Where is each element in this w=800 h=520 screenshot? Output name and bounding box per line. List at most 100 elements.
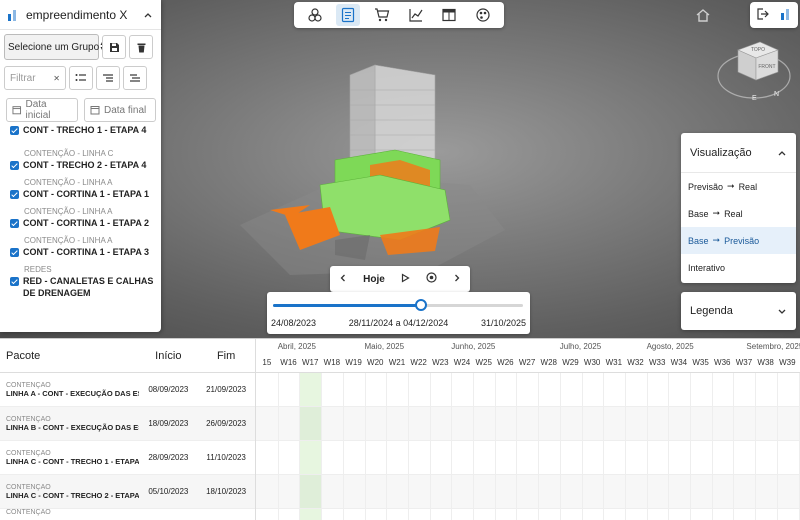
cart-icon[interactable]	[370, 4, 394, 26]
expand-all-button[interactable]	[69, 66, 93, 90]
table-row[interactable]: CONTENÇÃO LINHA A - CONT - EXECUÇÃO DAS E…	[0, 373, 255, 407]
gantt-gridline	[277, 373, 279, 520]
record-icon[interactable]	[426, 272, 437, 286]
vis-option-label-b: Real	[738, 181, 758, 192]
timeline-slider-thumb[interactable]	[414, 299, 427, 311]
gantt-chart: Pacote Início Fim CONTENÇÃO LINHA A - CON…	[0, 338, 800, 520]
timeline-dates: 24/08/2023 28/11/2024 a 04/12/2024 31/10…	[271, 318, 526, 328]
gantt-gridline	[690, 373, 691, 520]
model-tree-icon[interactable]	[303, 4, 327, 26]
tree-item[interactable]: CONTENÇÃO - LINHA A CONT - CORTINA 1 - E…	[0, 178, 161, 200]
checkbox-checked-icon[interactable]	[10, 219, 19, 228]
vis-option-base-previsao[interactable]: Base ➞ Previsão	[681, 227, 796, 254]
vis-option-base-real[interactable]: Base ➞ Real	[681, 200, 796, 227]
column-header-package[interactable]: Pacote	[0, 350, 139, 362]
gantt-week-label: W35	[692, 358, 709, 367]
logout-icon[interactable]	[755, 7, 769, 24]
play-icon[interactable]	[400, 272, 410, 286]
end-date-label: Data final	[104, 104, 147, 116]
legend-title: Legenda	[690, 305, 733, 317]
clear-filter-icon[interactable]: ✕	[53, 74, 60, 83]
gantt-week-label: W26	[497, 358, 514, 367]
collapse-chevron-icon[interactable]	[143, 10, 153, 20]
chevron-right-icon[interactable]	[452, 273, 462, 286]
calendar-icon	[12, 106, 22, 115]
vis-option-previsao-real[interactable]: Previsão ➞ Real	[681, 173, 796, 200]
column-header-end[interactable]: Fim	[197, 350, 255, 362]
checkbox-checked-icon[interactable]	[10, 161, 19, 170]
legend-panel[interactable]: Legenda	[681, 292, 796, 330]
gantt-timeline[interactable]: Abril, 2025 Maio, 2025 Junho, 2025 Julho, 2…	[256, 339, 800, 520]
visualization-header[interactable]: Visualização	[681, 133, 796, 173]
filter-input[interactable]: Filtrar ✕	[4, 66, 66, 90]
tree-item-name: CONT - TRECHO 1 - ETAPA 4	[23, 125, 147, 135]
gantt-week-label: W28	[540, 358, 557, 367]
visualization-panel: Visualização Previsão ➞ Real Base ➞ Real…	[681, 133, 796, 283]
vis-option-interativo[interactable]: Interativo	[681, 254, 796, 281]
row-category: CONTENÇÃO	[6, 381, 51, 389]
home-icon[interactable]	[694, 6, 712, 24]
arrow-right-icon: ➞	[712, 235, 721, 245]
chevron-left-icon[interactable]	[338, 273, 348, 286]
timeline-slider-track[interactable]	[273, 299, 523, 311]
table-row[interactable]: CONTENÇÃO LINHA C - CONT - TRECHO 1 - ETA…	[0, 441, 255, 475]
navcube-side-label: FRONT	[758, 64, 775, 70]
tree-item[interactable]: REDES RED - CANALETAS E CALHAS DE DRENAG…	[0, 265, 161, 299]
checkbox-checked-icon[interactable]	[10, 277, 19, 286]
vis-option-label-a: Previsão	[688, 181, 724, 192]
line-chart-icon[interactable]	[404, 4, 428, 26]
timeline-slider-panel: 24/08/2023 28/11/2024 a 04/12/2024 31/10…	[267, 292, 530, 334]
visualization-title: Visualização	[690, 146, 752, 159]
vis-option-label-b: Real	[724, 208, 743, 219]
palette-icon[interactable]	[471, 4, 495, 26]
group-select[interactable]: Selecione um Grupo ▲▼	[4, 34, 106, 60]
table-row[interactable]: CONTENÇÃO LINHA B - CONT - EXECUÇÃO DAS E…	[0, 407, 255, 441]
navigation-cube[interactable]: TOPO FRONT E N	[716, 32, 798, 104]
panel-toggle-icon[interactable]	[779, 7, 793, 24]
tree-item[interactable]: CONT - TRECHO 1 - ETAPA 4	[0, 124, 161, 136]
main-toolbar	[294, 2, 504, 28]
gantt-gridline	[646, 373, 648, 520]
gantt-gridline	[494, 373, 496, 520]
save-icon	[109, 42, 119, 52]
table-row[interactable]: CONTENÇÃO LINHA C - CONT - TRECHO 2 - ETA…	[0, 475, 255, 509]
timeline-start-date: 24/08/2023	[271, 318, 317, 328]
tree-item[interactable]: CONTENÇÃO - LINHA A CONT - CORTINA 1 - E…	[0, 236, 161, 258]
save-group-button[interactable]	[102, 35, 126, 59]
table-icon[interactable]	[437, 4, 461, 26]
gantt-gridline	[733, 373, 735, 520]
package-tree: CONT - TRECHO 1 - ETAPA 4 CONTENÇÃO - LI…	[0, 124, 161, 332]
tree-item[interactable]: CONTENÇÃO - LINHA C CONT - TRECHO 2 - ET…	[0, 149, 161, 171]
tree-item-name: RED - CANALETAS E CALHAS DE DRENAGEM	[23, 276, 154, 298]
checkbox-checked-icon[interactable]	[10, 190, 19, 199]
schedule-list-icon[interactable]	[336, 4, 361, 26]
gantt-gridline	[776, 373, 778, 520]
list-tree-icon	[103, 74, 113, 82]
collapse-all-button[interactable]	[96, 66, 120, 90]
arrow-right-icon: ➞	[712, 208, 721, 218]
vis-option-label-a: Base	[688, 208, 709, 219]
group-row: Selecione um Grupo ▲▼	[0, 34, 161, 60]
gantt-week-label: W17	[301, 358, 319, 367]
sort-button[interactable]	[123, 66, 147, 90]
gantt-week-label: W25	[475, 358, 492, 367]
delete-group-button[interactable]	[129, 35, 153, 59]
tree-item[interactable]: CONTENÇÃO - LINHA A CONT - CORTINA 1 - E…	[0, 207, 161, 229]
gantt-week-label: W33	[648, 358, 666, 367]
end-date-picker[interactable]: Data final	[84, 98, 156, 122]
start-date-picker[interactable]: Data inicial	[6, 98, 78, 122]
compass-east-label: E	[752, 95, 757, 102]
row-name: LINHA A - CONT - EXECUÇÃO DAS ESTAC	[6, 388, 139, 398]
start-date-label: Data inicial	[25, 99, 51, 121]
gantt-gridline	[711, 373, 713, 520]
checkbox-checked-icon[interactable]	[10, 126, 19, 135]
tree-item-name: CONT - CORTINA 1 - ETAPA 3	[23, 247, 149, 257]
tree-item-name: CONT - CORTINA 1 - ETAPA 2	[23, 218, 149, 228]
gantt-week-label: W39	[779, 358, 796, 367]
checkbox-checked-icon[interactable]	[10, 248, 19, 257]
column-header-start[interactable]: Início	[139, 350, 197, 362]
timeline-current-range: 28/11/2024 a 04/12/2024	[348, 318, 449, 328]
gantt-gridline	[364, 373, 366, 520]
table-row[interactable]: CONTENÇÃO	[0, 509, 255, 520]
today-button[interactable]: Hoje	[363, 274, 385, 285]
